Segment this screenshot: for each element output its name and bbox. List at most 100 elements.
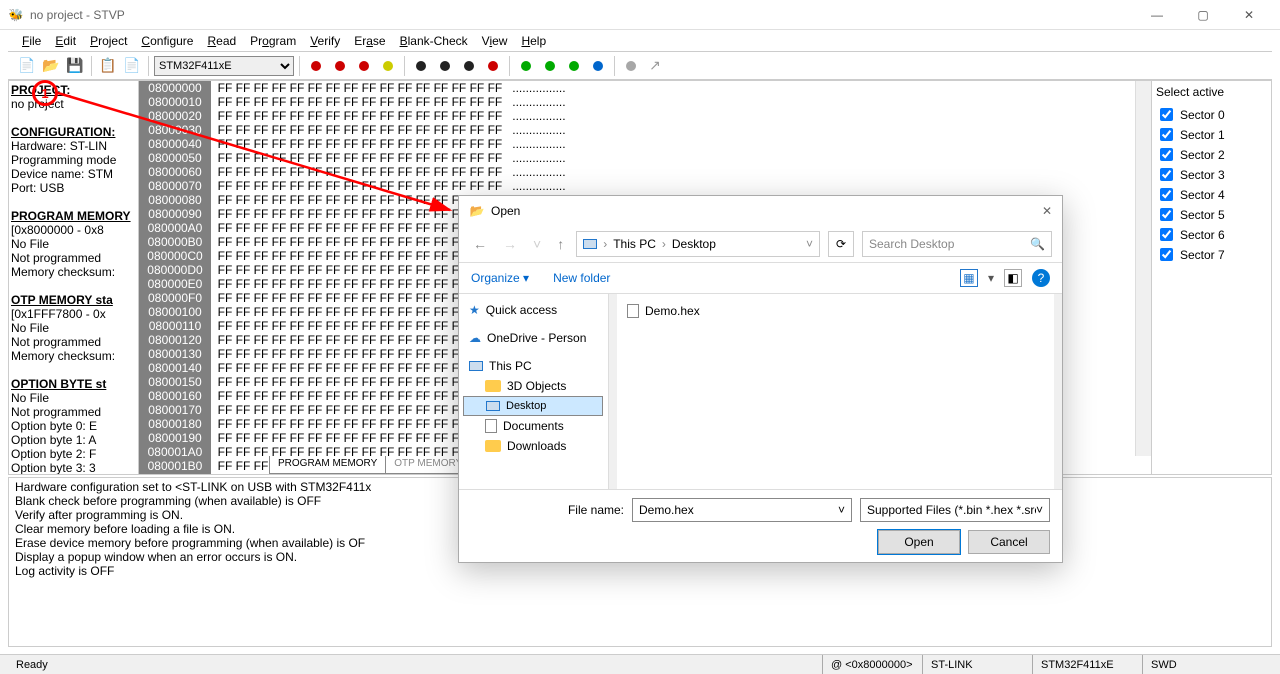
info-line: No File	[11, 321, 136, 335]
hex-row[interactable]: 08000030 FF FF FF FF FF FF FF FF FF FF F…	[139, 123, 1151, 137]
hex-row[interactable]: 08000050 FF FF FF FF FF FF FF FF FF FF F…	[139, 151, 1151, 165]
hex-row[interactable]: 08000000 FF FF FF FF FF FF FF FF FF FF F…	[139, 81, 1151, 95]
sector-checkbox[interactable]: Sector 5	[1156, 205, 1267, 224]
sector-checkbox[interactable]: Sector 0	[1156, 105, 1267, 124]
refresh-icon[interactable]: ⟳	[828, 231, 854, 257]
sector-checkbox[interactable]: Sector 3	[1156, 165, 1267, 184]
tool-icon-2[interactable]	[330, 56, 350, 76]
save-icon[interactable]: 💾	[65, 56, 85, 76]
otp-header: OTP MEMORY sta	[11, 293, 136, 307]
sector-checkbox[interactable]: Sector 6	[1156, 225, 1267, 244]
menu-project[interactable]: Project	[84, 32, 133, 50]
tree-scrollbar[interactable]	[609, 294, 617, 489]
sector-checkbox[interactable]: Sector 2	[1156, 145, 1267, 164]
cancel-button[interactable]: Cancel	[968, 530, 1050, 554]
menu-erase[interactable]: Erase	[348, 32, 391, 50]
tree-item-3d-objects[interactable]: 3D Objects	[463, 376, 604, 396]
open-icon[interactable]: 📂	[41, 56, 61, 76]
paste-icon[interactable]: 📄	[122, 56, 142, 76]
hex-row[interactable]: 08000060 FF FF FF FF FF FF FF FF FF FF F…	[139, 165, 1151, 179]
status-addr: @ <0x8000000>	[822, 655, 922, 674]
hex-row[interactable]: 08000020 FF FF FF FF FF FF FF FF FF FF F…	[139, 109, 1151, 123]
menu-view[interactable]: View	[476, 32, 514, 50]
tool-icon-13[interactable]	[621, 56, 641, 76]
menu-file[interactable]: File	[16, 32, 47, 50]
tool-icon-1[interactable]	[306, 56, 326, 76]
new-folder-button[interactable]: New folder	[553, 271, 610, 285]
tree-item-this-pc[interactable]: This PC	[463, 356, 604, 376]
file-item[interactable]: Demo.hex	[625, 302, 1046, 320]
info-line: Device name: STM	[11, 167, 136, 181]
menu-program[interactable]: Program	[244, 32, 302, 50]
help-icon[interactable]: ?	[1032, 269, 1050, 287]
info-line: Memory checksum:	[11, 349, 136, 363]
tool-icon-7[interactable]	[459, 56, 479, 76]
organize-menu[interactable]: Organize ▾	[471, 271, 529, 285]
nav-recent-icon[interactable]: ˅	[529, 236, 545, 252]
tool-icon-5[interactable]	[411, 56, 431, 76]
tool-icon-10[interactable]	[540, 56, 560, 76]
breadcrumb-pc[interactable]: This PC	[613, 237, 656, 251]
open-dialog: 📂 Open ✕ ← → ˅ ↑ › This PC › Desktop ˅ ⟳…	[458, 195, 1063, 563]
sector-checkbox[interactable]: Sector 1	[1156, 125, 1267, 144]
nav-back-icon[interactable]: ←	[469, 236, 491, 252]
file-list[interactable]: Demo.hex	[617, 294, 1054, 489]
chevron-down-icon[interactable]: ˅	[838, 503, 845, 517]
status-dev: STM32F411xE	[1032, 655, 1142, 674]
menu-blank-check[interactable]: Blank-Check	[394, 32, 474, 50]
nav-forward-icon[interactable]: →	[499, 236, 521, 252]
info-line: Programming mode	[11, 153, 136, 167]
tool-icon-14[interactable]: ↗	[645, 56, 665, 76]
sector-pane: Select active Sector 0 Sector 1 Sector 2…	[1151, 81, 1271, 474]
tree-item-documents[interactable]: Documents	[463, 416, 604, 436]
breadcrumb[interactable]: › This PC › Desktop ˅	[576, 231, 820, 257]
open-button[interactable]: Open	[878, 530, 960, 554]
sector-checkbox[interactable]: Sector 4	[1156, 185, 1267, 204]
tree-item-desktop[interactable]: Desktop	[463, 396, 603, 416]
preview-pane-icon[interactable]: ◧	[1004, 269, 1022, 287]
menu-verify[interactable]: Verify	[304, 32, 346, 50]
tool-icon-8[interactable]	[483, 56, 503, 76]
info-line: No File	[11, 391, 136, 405]
search-input[interactable]: Search Desktop 🔍	[862, 231, 1052, 257]
nav-up-icon[interactable]: ↑	[553, 236, 568, 252]
info-line: Port: USB	[11, 181, 136, 195]
status-hw: ST-LINK	[922, 655, 1032, 674]
close-button[interactable]: ✕	[1226, 0, 1272, 30]
menu-help[interactable]: Help	[515, 32, 552, 50]
breadcrumb-dropdown-icon[interactable]: ˅	[806, 237, 813, 251]
new-icon[interactable]: 📄	[17, 56, 37, 76]
tool-icon-4[interactable]	[378, 56, 398, 76]
tool-icon-9[interactable]	[516, 56, 536, 76]
sector-checkbox[interactable]: Sector 7	[1156, 245, 1267, 264]
info-line: Option byte 1: A	[11, 433, 136, 447]
tool-icon-6[interactable]	[435, 56, 455, 76]
maximize-button[interactable]: ▢	[1180, 0, 1226, 30]
hex-row[interactable]: 08000010 FF FF FF FF FF FF FF FF FF FF F…	[139, 95, 1151, 109]
device-select[interactable]: STM32F411xE	[154, 56, 294, 76]
tool-icon-11[interactable]	[564, 56, 584, 76]
view-mode-icon[interactable]: ▦	[960, 269, 978, 287]
tool-icon-3[interactable]	[354, 56, 374, 76]
menu-read[interactable]: Read	[201, 32, 242, 50]
tree-item-onedrive-person[interactable]: ☁OneDrive - Person	[463, 328, 604, 348]
filelist-scrollbar[interactable]	[1054, 294, 1062, 489]
dialog-close-icon[interactable]: ✕	[1042, 204, 1052, 218]
tree-item-downloads[interactable]: Downloads	[463, 436, 604, 456]
hex-row[interactable]: 08000040 FF FF FF FF FF FF FF FF FF FF F…	[139, 137, 1151, 151]
chevron-down-icon[interactable]: ˅	[1036, 503, 1043, 517]
filter-select[interactable]: Supported Files (*.bin *.hex *.sre˅	[860, 498, 1050, 522]
view-dropdown-icon[interactable]: ▾	[988, 271, 994, 285]
tab-program-memory[interactable]: PROGRAM MEMORY	[269, 456, 386, 474]
hex-scrollbar[interactable]	[1135, 81, 1151, 456]
menu-edit[interactable]: Edit	[49, 32, 82, 50]
filename-input[interactable]: Demo.hex˅	[632, 498, 852, 522]
copy-icon[interactable]: 📋	[98, 56, 118, 76]
tool-icon-12[interactable]	[588, 56, 608, 76]
opt-header: OPTION BYTE st	[11, 377, 136, 391]
menu-configure[interactable]: Configure	[135, 32, 199, 50]
hex-row[interactable]: 08000070 FF FF FF FF FF FF FF FF FF FF F…	[139, 179, 1151, 193]
minimize-button[interactable]: —	[1134, 0, 1180, 30]
tree-item-quick-access[interactable]: ★Quick access	[463, 300, 604, 320]
breadcrumb-desktop[interactable]: Desktop	[672, 237, 716, 251]
